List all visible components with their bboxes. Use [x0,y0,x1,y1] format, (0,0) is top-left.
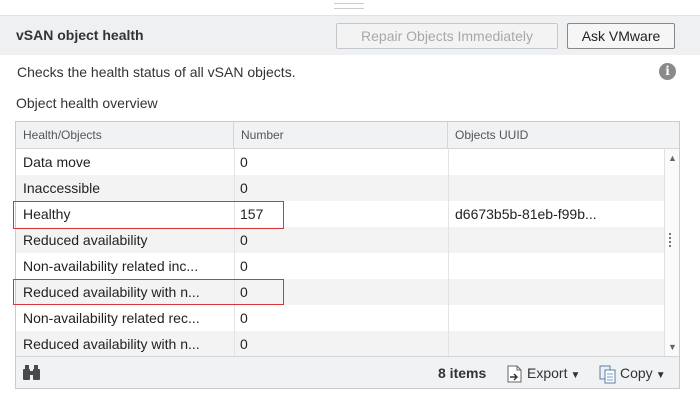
cell-number: 0 [240,154,248,170]
cell-number: 0 [240,258,248,274]
table-row[interactable]: Non-availability related inc... 0 [16,253,664,279]
column-header-health[interactable]: Health/Objects [16,122,234,148]
table-scrollbar[interactable]: ▲ ▼ [664,149,679,356]
info-icon[interactable]: i [659,63,676,80]
item-count: 8 items [438,365,487,381]
cell-uuid: d6673b5b-81eb-f99b... [455,206,597,222]
chevron-down-icon: ▼ [655,370,666,381]
column-divider [234,149,235,356]
page-title: vSAN object health [16,27,144,43]
cell-health: Data move [23,154,91,170]
cell-health: Inaccessible [23,180,101,196]
cell-uuid [455,331,655,356]
highlight-box-reduced-availability [13,279,284,305]
table-row[interactable]: Inaccessible 0 [16,175,664,201]
table-body: Data move 0 Inaccessible 0 Healthy 157 d… [16,149,664,356]
chevron-down-icon: ▼ [570,370,581,381]
repair-objects-button[interactable]: Repair Objects Immediately [336,23,558,49]
column-divider [448,149,449,356]
object-health-table: Health/Objects Number Objects UUID Data … [15,121,680,389]
column-header-number[interactable]: Number [234,122,448,148]
table-row[interactable]: Data move 0 [16,149,664,175]
copy-icon [598,364,618,384]
cell-number: 0 [240,310,248,326]
cell-uuid [455,175,655,201]
panel-resize-handle[interactable] [334,3,364,9]
export-label: Export [527,365,568,381]
export-icon [505,364,525,384]
scroll-up-arrow-icon[interactable]: ▲ [668,153,677,163]
check-description: Checks the health status of all vSAN obj… [17,64,296,80]
highlight-box-healthy [13,201,284,229]
column-header-uuid[interactable]: Objects UUID [448,122,679,148]
scroll-grip-icon[interactable] [669,233,676,247]
table-row[interactable]: Reduced availability 0 [16,227,664,253]
cell-number: 0 [240,336,248,352]
export-button[interactable]: Export ▼ [505,362,580,384]
table-footer: 8 items Export ▼ Copy ▼ [16,356,679,388]
cell-uuid [455,149,655,175]
cell-uuid [455,305,655,331]
cell-number: 0 [240,180,248,196]
copy-button[interactable]: Copy ▼ [598,362,666,384]
scroll-down-arrow-icon[interactable]: ▼ [668,342,677,352]
table-row[interactable]: Reduced availability with n... 0 [16,331,664,356]
cell-uuid [455,279,655,305]
copy-label: Copy [620,365,653,381]
header-bar: vSAN object health Repair Objects Immedi… [0,15,700,55]
binoculars-icon[interactable] [23,365,40,380]
section-label: Object health overview [16,95,158,111]
table-row[interactable]: Non-availability related rec... 0 [16,305,664,331]
ask-vmware-button[interactable]: Ask VMware [567,23,675,49]
cell-health: Reduced availability with n... [23,336,200,352]
cell-uuid [455,253,655,279]
cell-health: Reduced availability [23,232,148,248]
table-header: Health/Objects Number Objects UUID [16,122,679,149]
cell-uuid [455,227,655,253]
cell-number: 0 [240,232,248,248]
cell-health: Non-availability related inc... [23,258,199,274]
cell-health: Non-availability related rec... [23,310,200,326]
